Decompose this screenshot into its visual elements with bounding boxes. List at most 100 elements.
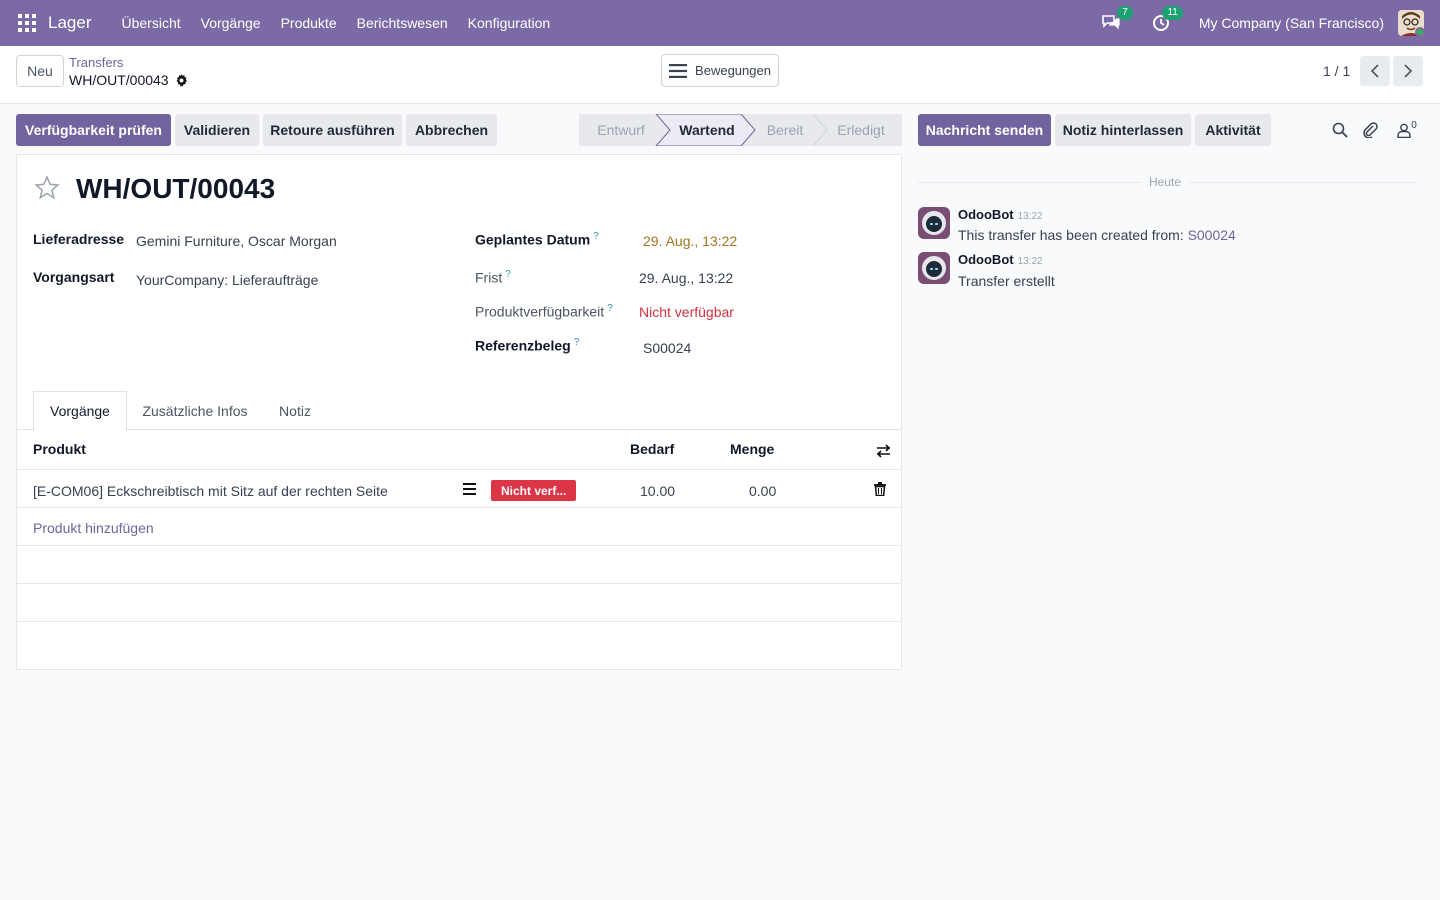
message-text: This transfer has been created from: xyxy=(958,227,1188,243)
message-author-name: OdooBot xyxy=(958,252,1014,267)
availability-badge: Nicht verf... xyxy=(491,480,576,501)
activities-button[interactable]: Aktivität xyxy=(1195,114,1271,146)
message-time: 13:22 xyxy=(1017,211,1043,222)
list-icon xyxy=(669,63,688,78)
add-product-link[interactable]: Produkt hinzufügen xyxy=(33,520,154,536)
optional-columns-icon[interactable] xyxy=(876,444,891,458)
followers-button[interactable]: 0 xyxy=(1392,120,1422,140)
message-author[interactable]: OdooBot 13:22 xyxy=(958,207,1043,222)
source-document-label: Referenzbeleg? xyxy=(475,337,579,354)
product-cell[interactable]: [E-COM06] Eckschreibtisch mit Sitz auf d… xyxy=(33,483,388,499)
row-divider xyxy=(17,545,901,546)
column-header-quantity[interactable]: Menge xyxy=(730,441,774,457)
details-list-icon[interactable] xyxy=(463,483,476,495)
control-panel: Neu Transfers WH/OUT/00043 Bewegungen 1 … xyxy=(0,46,1440,104)
status-bar: Entwurf Wartend Bereit Erledigt xyxy=(579,114,902,146)
messaging-menu[interactable]: 7 xyxy=(1099,6,1133,35)
menu-item-overview[interactable]: Übersicht xyxy=(121,15,180,31)
message-time: 13:22 xyxy=(1017,256,1043,267)
source-document-label-text: Referenzbeleg xyxy=(475,337,571,354)
delivery-address-label: Lieferadresse xyxy=(33,231,125,247)
odoobot-avatar[interactable] xyxy=(918,252,950,284)
check-availability-button[interactable]: Verfügbarkeit prüfen xyxy=(16,114,171,146)
user-avatar[interactable] xyxy=(1398,10,1424,36)
message-body: This transfer has been created from: S00… xyxy=(958,227,1236,243)
column-header-product[interactable]: Produkt xyxy=(33,441,86,457)
notebook-tabs: Vorgänge Zusätzliche Infos Notiz xyxy=(17,391,901,431)
chatter-search-button[interactable] xyxy=(1330,120,1350,140)
help-icon[interactable]: ? xyxy=(574,337,580,348)
scheduled-date-label: Geplantes Datum? xyxy=(475,231,599,248)
help-icon[interactable]: ? xyxy=(607,303,613,314)
tab-note[interactable]: Notiz xyxy=(265,391,325,430)
apps-menu-icon[interactable] xyxy=(18,14,36,32)
message-source-link[interactable]: S00024 xyxy=(1188,227,1236,243)
scheduled-date-field[interactable]: 29. Aug., 13:22 xyxy=(643,233,737,249)
menu-item-operations[interactable]: Vorgänge xyxy=(201,15,261,31)
cancel-button[interactable]: Abbrechen xyxy=(406,114,497,146)
app-name[interactable]: Lager xyxy=(48,13,91,33)
odoobot-avatar[interactable] xyxy=(918,207,950,239)
breadcrumb-transfers[interactable]: Transfers xyxy=(69,55,123,70)
attachments-button[interactable] xyxy=(1360,120,1380,140)
availability-label-text: Produktverfügbarkeit xyxy=(475,303,605,320)
scheduled-date-label-text: Geplantes Datum xyxy=(475,231,591,248)
menu-item-configuration[interactable]: Konfiguration xyxy=(468,15,551,31)
deadline-label-text: Frist xyxy=(475,269,503,286)
moves-smart-button[interactable]: Bewegungen xyxy=(661,54,779,87)
followers-count: 0 xyxy=(1411,119,1417,131)
breadcrumb-current-label: WH/OUT/00043 xyxy=(69,72,169,88)
row-divider xyxy=(17,507,901,508)
message-author-name: OdooBot xyxy=(958,207,1014,222)
star-icon[interactable] xyxy=(34,175,60,201)
navbar-systray: 7 11 My Company (San Francisco) xyxy=(1099,0,1440,46)
chevron-right-icon xyxy=(1404,64,1413,78)
quantity-cell[interactable]: 0.00 xyxy=(749,483,776,499)
date-separator-label: Heute xyxy=(1141,175,1190,189)
pager-value[interactable]: 1 / 1 xyxy=(1323,63,1350,79)
breadcrumb-current: WH/OUT/00043 xyxy=(69,72,188,88)
status-step-done[interactable]: Erledigt xyxy=(821,114,901,146)
column-header-demand[interactable]: Bedarf xyxy=(630,441,674,457)
menu-item-products[interactable]: Produkte xyxy=(281,15,337,31)
row-divider xyxy=(17,583,901,584)
gear-icon[interactable] xyxy=(175,73,188,87)
demand-cell[interactable]: 10.00 xyxy=(640,483,675,499)
help-icon[interactable]: ? xyxy=(593,231,599,242)
robot-icon xyxy=(922,211,946,235)
status-step-ready[interactable]: Bereit xyxy=(749,114,821,146)
pager-previous-button[interactable] xyxy=(1360,56,1390,86)
moves-label: Bewegungen xyxy=(695,63,771,78)
row-divider xyxy=(17,621,901,622)
availability-label: Produktverfügbarkeit? xyxy=(475,303,613,320)
delivery-address-field[interactable]: Gemini Furniture, Oscar Morgan xyxy=(136,233,337,249)
pager-next-button[interactable] xyxy=(1393,56,1423,86)
company-switcher[interactable]: My Company (San Francisco) xyxy=(1199,15,1384,31)
send-message-button[interactable]: Nachricht senden xyxy=(918,114,1051,146)
log-note-button[interactable]: Notiz hinterlassen xyxy=(1055,114,1191,146)
search-icon xyxy=(1332,122,1348,138)
message-author[interactable]: OdooBot 13:22 xyxy=(958,252,1043,267)
activities-badge: 11 xyxy=(1162,6,1183,20)
menu-item-reporting[interactable]: Berichtswesen xyxy=(357,15,448,31)
record-title: WH/OUT/00043 xyxy=(76,173,276,204)
message-body: Transfer erstellt xyxy=(958,273,1055,289)
validate-button[interactable]: Validieren xyxy=(175,114,259,146)
status-step-waiting[interactable]: Wartend xyxy=(659,114,755,146)
messages-badge: 7 xyxy=(1117,6,1133,20)
trash-icon[interactable] xyxy=(874,482,886,496)
status-step-draft[interactable]: Entwurf xyxy=(579,114,663,146)
tab-operations[interactable]: Vorgänge xyxy=(33,391,127,431)
new-button[interactable]: Neu xyxy=(16,55,64,87)
source-document-field[interactable]: S00024 xyxy=(643,340,691,356)
help-icon[interactable]: ? xyxy=(505,269,511,280)
main-menu: Übersicht Vorgänge Produkte Berichtswese… xyxy=(101,15,550,31)
robot-icon xyxy=(922,256,946,280)
top-navbar: Lager Übersicht Vorgänge Produkte Berich… xyxy=(0,0,1440,46)
activity-menu[interactable]: 11 xyxy=(1149,6,1183,35)
row-divider xyxy=(17,469,901,470)
return-button[interactable]: Retoure ausführen xyxy=(263,114,402,146)
operation-type-field[interactable]: YourCompany: Lieferaufträge xyxy=(136,272,318,288)
form-sheet: WH/OUT/00043 Lieferadresse Gemini Furnit… xyxy=(16,154,902,670)
tab-additional-info[interactable]: Zusätzliche Infos xyxy=(130,391,260,430)
